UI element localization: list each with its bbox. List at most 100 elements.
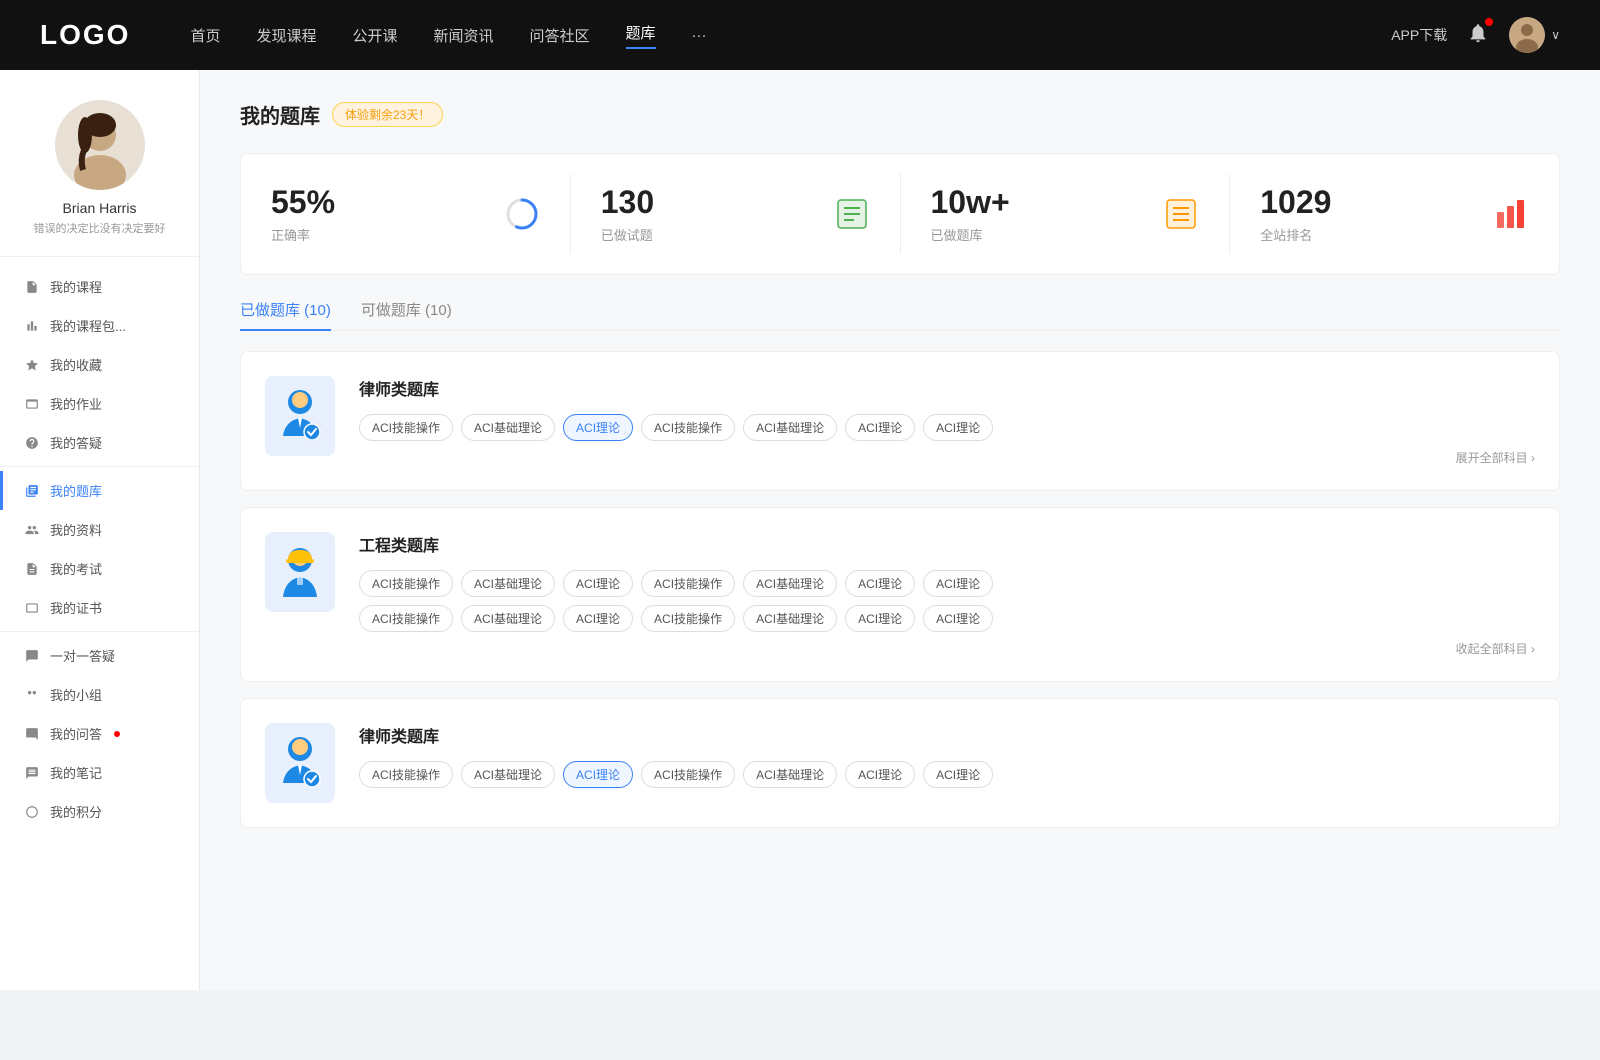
nav-links: 首页 发现课程 公开课 新闻资讯 问答社区 题库 ··· xyxy=(190,22,1391,49)
app-download-btn[interactable]: APP下载 xyxy=(1391,25,1447,45)
tag-eng-1-r1-1[interactable]: ACI基础理论 xyxy=(461,570,555,597)
tag-lawyer-2-3[interactable]: ACI技能操作 xyxy=(641,761,735,788)
expand-btn-lawyer-1[interactable]: 展开全部科目 › xyxy=(359,449,1535,466)
nav-news[interactable]: 新闻资讯 xyxy=(434,25,494,46)
bank-card-lawyer-2: 律师类题库 ACI技能操作 ACI基础理论 ACI理论 ACI技能操作 ACI基… xyxy=(240,698,1560,828)
tag-lawyer-2-6[interactable]: ACI理论 xyxy=(923,761,993,788)
sidebar: Brian Harris 错误的决定比没有决定要好 我的课程 我的课程包... xyxy=(0,70,200,990)
tag-eng-1-r1-5[interactable]: ACI理论 xyxy=(845,570,915,597)
tag-eng-1-r1-0[interactable]: ACI技能操作 xyxy=(359,570,453,597)
tag-eng-1-r1-4[interactable]: ACI基础理论 xyxy=(743,570,837,597)
data-icon xyxy=(24,522,40,538)
bank-info-engineer-1: 工程类题库 ACI技能操作 ACI基础理论 ACI理论 ACI技能操作 ACI基… xyxy=(359,532,1535,657)
tag-row-engineer-1-r1: ACI技能操作 ACI基础理论 ACI理论 ACI技能操作 ACI基础理论 AC… xyxy=(359,570,1535,597)
notification-bell[interactable] xyxy=(1467,22,1489,49)
tag-eng-1-r1-3[interactable]: ACI技能操作 xyxy=(641,570,735,597)
chevron-down-icon: ∨ xyxy=(1551,28,1560,42)
stat-accuracy-value: 55% xyxy=(271,184,504,221)
stat-done-questions-content: 130 已做试题 xyxy=(601,184,834,244)
tab-available-banks[interactable]: 可做题库 (10) xyxy=(361,299,452,330)
tag-eng-1-r1-6[interactable]: ACI理论 xyxy=(923,570,993,597)
sidebar-label-my-course: 我的课程 xyxy=(50,277,102,296)
sidebar-item-my-questions[interactable]: 我的答疑 xyxy=(0,423,199,462)
bank-name-lawyer-1: 律师类题库 xyxy=(359,376,1535,400)
tag-eng-1-r2-4[interactable]: ACI基础理论 xyxy=(743,605,837,632)
sidebar-item-my-package[interactable]: 我的课程包... xyxy=(0,306,199,345)
nav-qa[interactable]: 问答社区 xyxy=(530,25,590,46)
page-title: 我的题库 xyxy=(240,100,320,129)
star-icon xyxy=(24,357,40,373)
cert-icon xyxy=(24,600,40,616)
rank-icon xyxy=(1493,196,1529,232)
sidebar-item-my-homework[interactable]: 我的作业 xyxy=(0,384,199,423)
group-icon xyxy=(24,687,40,703)
tag-lawyer-2-0[interactable]: ACI技能操作 xyxy=(359,761,453,788)
profile-avatar xyxy=(55,100,145,190)
stats-row: 55% 正确率 130 已做试题 xyxy=(240,153,1560,275)
sidebar-item-my-qa[interactable]: 我的问答 xyxy=(0,714,199,753)
sidebar-item-my-cert[interactable]: 我的证书 xyxy=(0,588,199,627)
sidebar-label-my-group: 我的小组 xyxy=(50,685,102,704)
stat-accuracy: 55% 正确率 xyxy=(241,174,571,254)
bank-name-engineer-1: 工程类题库 xyxy=(359,532,1535,556)
stat-done-banks-label: 已做题库 xyxy=(931,225,1164,244)
tag-lawyer-2-5[interactable]: ACI理论 xyxy=(845,761,915,788)
sidebar-divider-2 xyxy=(0,631,199,632)
sidebar-item-one-on-one[interactable]: 一对一答疑 xyxy=(0,636,199,675)
nav-opencourse[interactable]: 公开课 xyxy=(352,25,397,46)
tag-lawyer-2-4[interactable]: ACI基础理论 xyxy=(743,761,837,788)
sidebar-item-my-course[interactable]: 我的课程 xyxy=(0,267,199,306)
nav-home[interactable]: 首页 xyxy=(190,25,220,46)
one-on-one-icon xyxy=(24,648,40,664)
nav-more[interactable]: ··· xyxy=(692,27,707,44)
tag-eng-1-r2-2[interactable]: ACI理论 xyxy=(563,605,633,632)
tag-eng-1-r2-0[interactable]: ACI技能操作 xyxy=(359,605,453,632)
tag-eng-1-r2-5[interactable]: ACI理论 xyxy=(845,605,915,632)
nav-discover[interactable]: 发现课程 xyxy=(256,25,316,46)
tag-lawyer-1-0[interactable]: ACI技能操作 xyxy=(359,414,453,441)
sidebar-divider-1 xyxy=(0,466,199,467)
accuracy-icon xyxy=(504,196,540,232)
tag-lawyer-1-4[interactable]: ACI基础理论 xyxy=(743,414,837,441)
sidebar-menu: 我的课程 我的课程包... 我的收藏 我的作业 xyxy=(0,257,199,841)
tag-eng-1-r2-1[interactable]: ACI基础理论 xyxy=(461,605,555,632)
bank-card-lawyer-1: 律师类题库 ACI技能操作 ACI基础理论 ACI理论 ACI技能操作 ACI基… xyxy=(240,351,1560,491)
tag-eng-1-r2-3[interactable]: ACI技能操作 xyxy=(641,605,735,632)
user-avatar-menu[interactable]: ∨ xyxy=(1509,17,1560,53)
stat-done-questions: 130 已做试题 xyxy=(571,174,901,254)
tab-done-banks[interactable]: 已做题库 (10) xyxy=(240,299,331,330)
logo[interactable]: LOGO xyxy=(40,19,130,51)
sidebar-item-my-group[interactable]: 我的小组 xyxy=(0,675,199,714)
sidebar-label-my-qa: 我的问答 xyxy=(50,724,102,743)
stat-site-rank: 1029 全站排名 xyxy=(1230,174,1559,254)
sidebar-item-my-exam[interactable]: 我的考试 xyxy=(0,549,199,588)
collapse-btn-engineer-1[interactable]: 收起全部科目 › xyxy=(359,640,1535,657)
sidebar-item-my-favorites[interactable]: 我的收藏 xyxy=(0,345,199,384)
tag-eng-1-r2-6[interactable]: ACI理论 xyxy=(923,605,993,632)
sidebar-item-my-points[interactable]: 我的积分 xyxy=(0,792,199,831)
sidebar-item-my-data[interactable]: 我的资料 xyxy=(0,510,199,549)
document-icon xyxy=(24,279,40,295)
tag-lawyer-2-2[interactable]: ACI理论 xyxy=(563,761,633,788)
sidebar-label-my-cert: 我的证书 xyxy=(50,598,102,617)
sidebar-label-my-bank: 我的题库 xyxy=(50,481,102,500)
nav-bank[interactable]: 题库 xyxy=(626,22,656,49)
sidebar-label-my-notes: 我的笔记 xyxy=(50,763,102,782)
tag-lawyer-2-1[interactable]: ACI基础理论 xyxy=(461,761,555,788)
sidebar-item-my-notes[interactable]: 我的笔记 xyxy=(0,753,199,792)
tag-lawyer-1-5[interactable]: ACI理论 xyxy=(845,414,915,441)
tag-lawyer-1-6[interactable]: ACI理论 xyxy=(923,414,993,441)
tag-eng-1-r1-2[interactable]: ACI理论 xyxy=(563,570,633,597)
bank-icon-lawyer-2 xyxy=(265,723,335,803)
stat-done-questions-value: 130 xyxy=(601,184,834,221)
sidebar-item-my-bank[interactable]: 我的题库 xyxy=(0,471,199,510)
stat-site-rank-value: 1029 xyxy=(1260,184,1493,221)
tag-lawyer-1-2[interactable]: ACI理论 xyxy=(563,414,633,441)
sidebar-profile: Brian Harris 错误的决定比没有决定要好 xyxy=(0,100,199,257)
stat-done-banks: 10w+ 已做题库 xyxy=(901,174,1231,254)
tag-row-lawyer-2: ACI技能操作 ACI基础理论 ACI理论 ACI技能操作 ACI基础理论 AC… xyxy=(359,761,1535,788)
bell-badge xyxy=(1485,18,1493,26)
banks-icon xyxy=(1163,196,1199,232)
tag-lawyer-1-1[interactable]: ACI基础理论 xyxy=(461,414,555,441)
tag-lawyer-1-3[interactable]: ACI技能操作 xyxy=(641,414,735,441)
